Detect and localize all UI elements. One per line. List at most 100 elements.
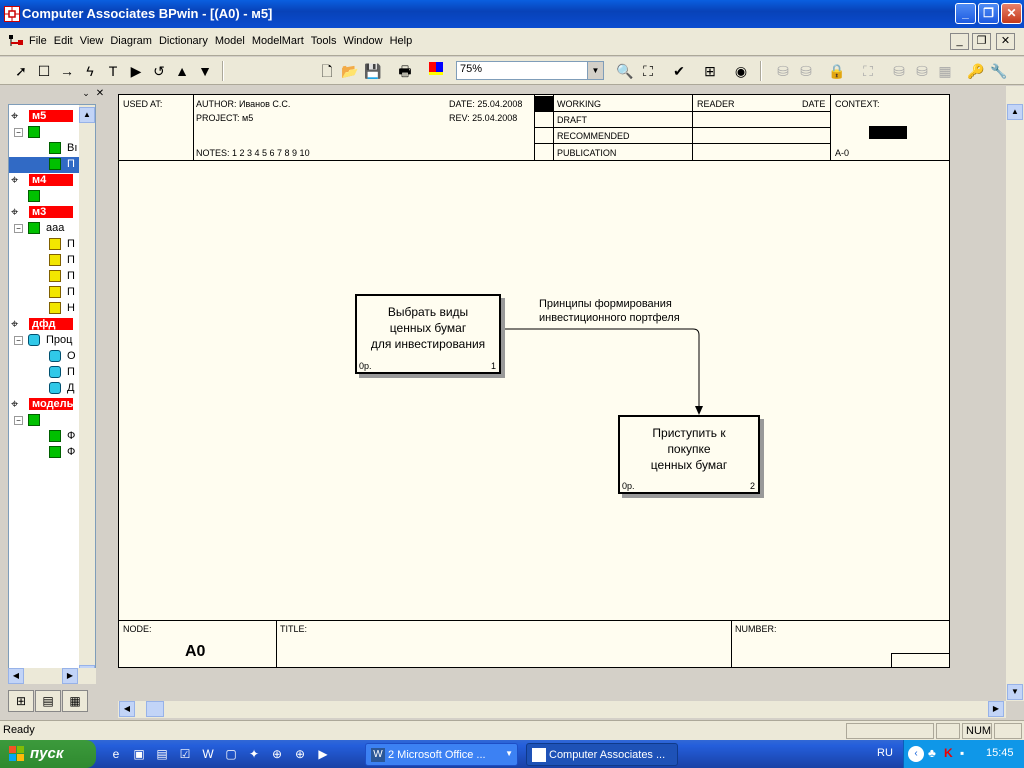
modelmart-icon[interactable]: ◉ — [730, 60, 752, 82]
menu-help[interactable]: Help — [390, 35, 413, 47]
collapse-icon[interactable]: − — [14, 416, 23, 425]
tree-horizontal-scrollbar[interactable]: ◀ ▶ — [8, 668, 96, 684]
scroll-down-icon[interactable]: ▼ — [1007, 684, 1023, 700]
language-indicator[interactable]: RU — [877, 747, 893, 759]
tree-model-m3[interactable]: ⌖ м3 — [9, 205, 89, 221]
canvas-horizontal-scrollbar[interactable]: ◀ ▶ — [118, 701, 1006, 718]
activity-box-2[interactable]: Приступить к покупке ценных бумаг 0р. 2 — [618, 415, 760, 494]
maximize-button[interactable]: ❐ — [978, 3, 999, 24]
ie-icon[interactable]: e — [108, 746, 124, 762]
tree-model-m4[interactable]: ⌖ м4 — [9, 173, 89, 189]
go-down-icon[interactable]: ▼ — [194, 60, 216, 82]
scroll-left-icon[interactable]: ◀ — [8, 668, 24, 684]
mm-lock-icon[interactable]: 🔒 — [826, 60, 848, 82]
mdi-restore-button[interactable]: ❐ — [972, 33, 991, 50]
close-button[interactable]: ✕ — [1001, 3, 1022, 24]
mdi-close-button[interactable]: ✕ — [996, 33, 1015, 50]
open-icon[interactable]: 📂 — [339, 60, 361, 82]
scroll-right-icon[interactable]: ▶ — [988, 701, 1004, 717]
menu-file[interactable]: File — [29, 35, 47, 47]
chevron-down-icon[interactable]: ▼ — [587, 62, 603, 79]
menu-edit[interactable]: Edit — [54, 35, 73, 47]
scroll-thumb[interactable] — [146, 701, 164, 717]
arrow-label[interactable]: Принципы формирования инвестиционного по… — [539, 297, 680, 325]
tree-item[interactable] — [9, 189, 89, 205]
tree-model-dfd[interactable]: ⌖ дфд — [9, 317, 89, 333]
tree-item[interactable]: П — [9, 269, 89, 285]
quicklaunch-icon[interactable]: ▤ — [154, 746, 170, 762]
minimize-button[interactable]: _ — [955, 3, 976, 24]
menu-modelmart[interactable]: ModelMart — [252, 35, 304, 47]
squiggle-tool-icon[interactable]: ϟ — [79, 60, 101, 82]
pointer-tool-icon[interactable]: ➚ — [10, 60, 32, 82]
box-tool-icon[interactable]: ☐ — [33, 60, 55, 82]
scroll-left-icon[interactable]: ◀ — [119, 701, 135, 717]
mm-open-icon[interactable]: ⛶ — [857, 60, 879, 82]
task-button-bpwin[interactable]: Computer Associates ... — [526, 743, 678, 766]
zoom-fit-icon[interactable]: ⛶ — [637, 60, 659, 82]
quicklaunch-icon[interactable]: ⊕ — [292, 746, 308, 762]
word-icon[interactable]: W — [200, 746, 216, 762]
tree-item[interactable]: Н — [9, 301, 89, 317]
tree-item[interactable]: Ф — [9, 429, 89, 445]
media-icon[interactable]: ▶ — [315, 746, 331, 762]
quicklaunch-icon[interactable]: ✦ — [246, 746, 262, 762]
quicklaunch-icon[interactable]: ▣ — [131, 746, 147, 762]
mm-report-icon[interactable]: ▦ — [934, 60, 956, 82]
new-icon[interactable]: 🗋 — [316, 60, 338, 82]
tray-icon[interactable]: ♣ — [928, 746, 936, 760]
tree-item[interactable]: Д — [9, 381, 89, 397]
task-button-office[interactable]: W 2 Microsoft Office ... ▼ — [365, 743, 518, 766]
menu-window[interactable]: Window — [343, 35, 382, 47]
zoom-select[interactable]: 75% ▼ — [456, 61, 604, 80]
tree-item[interactable]: П — [9, 285, 89, 301]
quicklaunch-icon[interactable]: ▢ — [223, 746, 239, 762]
tree-item[interactable]: − — [9, 125, 89, 141]
canvas-vertical-scrollbar[interactable]: ▲ ▼ — [1006, 86, 1024, 701]
chevron-left-icon[interactable]: ‹ — [908, 746, 924, 762]
idef0-diagram-sheet[interactable]: USED AT: AUTHOR: Иванов С.С. PROJECT: м5… — [118, 94, 950, 668]
tree-item[interactable]: − Проц — [9, 333, 89, 349]
save-icon[interactable]: 💾 — [362, 60, 384, 82]
security-icon[interactable]: 🔑 — [965, 60, 987, 82]
tree-item[interactable]: − aaa — [9, 221, 89, 237]
arrow-tool-icon[interactable]: → — [56, 60, 78, 82]
tree-item[interactable]: − — [9, 413, 89, 429]
menu-view[interactable]: View — [80, 35, 104, 47]
explorer-restore-button[interactable]: ⌄ — [80, 88, 92, 100]
zoom-icon[interactable]: 🔍 — [614, 60, 636, 82]
mm-disconnect-icon[interactable]: ⛁ — [795, 60, 817, 82]
tree-item[interactable]: Вı — [9, 141, 89, 157]
collapse-icon[interactable]: − — [14, 336, 23, 345]
tree-item[interactable]: П — [9, 253, 89, 269]
scroll-up-icon[interactable]: ▲ — [79, 107, 95, 123]
spelling-icon[interactable]: ✔ — [668, 60, 690, 82]
quicklaunch-icon[interactable]: ☑ — [177, 746, 193, 762]
tree-vertical-scrollbar[interactable]: ▲ ▼ — [79, 105, 95, 683]
arrow-connector[interactable] — [119, 95, 949, 620]
tree-model-model[interactable]: ⌖ модель — [9, 397, 89, 413]
undo-icon[interactable]: ↺ — [148, 60, 170, 82]
menu-tools[interactable]: Tools — [311, 35, 337, 47]
tree-item[interactable]: О — [9, 349, 89, 365]
scroll-right-icon[interactable]: ▶ — [62, 668, 78, 684]
color-icon[interactable] — [425, 60, 447, 82]
tab-activities[interactable]: ⊞ — [8, 690, 34, 712]
mm-merge-icon[interactable]: ⛁ — [911, 60, 933, 82]
menu-dictionary[interactable]: Dictionary — [159, 35, 208, 47]
menu-model[interactable]: Model — [215, 35, 245, 47]
scroll-up-icon[interactable]: ▲ — [1007, 104, 1023, 120]
antivirus-icon[interactable]: K — [944, 746, 953, 760]
diagram-canvas[interactable]: USED AT: AUTHOR: Иванов С.С. PROJECT: м5… — [118, 86, 1006, 701]
go-to-sibling-icon[interactable]: ▶ — [125, 60, 147, 82]
tree-item-selected[interactable]: П — [9, 157, 89, 173]
tree-item[interactable]: П — [9, 237, 89, 253]
go-up-icon[interactable]: ▲ — [171, 60, 193, 82]
network-icon[interactable]: ▪ — [960, 746, 964, 760]
collapse-icon[interactable]: − — [14, 224, 23, 233]
start-button[interactable]: пуск — [0, 740, 96, 768]
tree-item[interactable]: П — [9, 365, 89, 381]
mm-connect-icon[interactable]: ⛁ — [772, 60, 794, 82]
tools-icon[interactable]: 🔧 — [988, 60, 1010, 82]
collapse-icon[interactable]: − — [14, 128, 23, 137]
